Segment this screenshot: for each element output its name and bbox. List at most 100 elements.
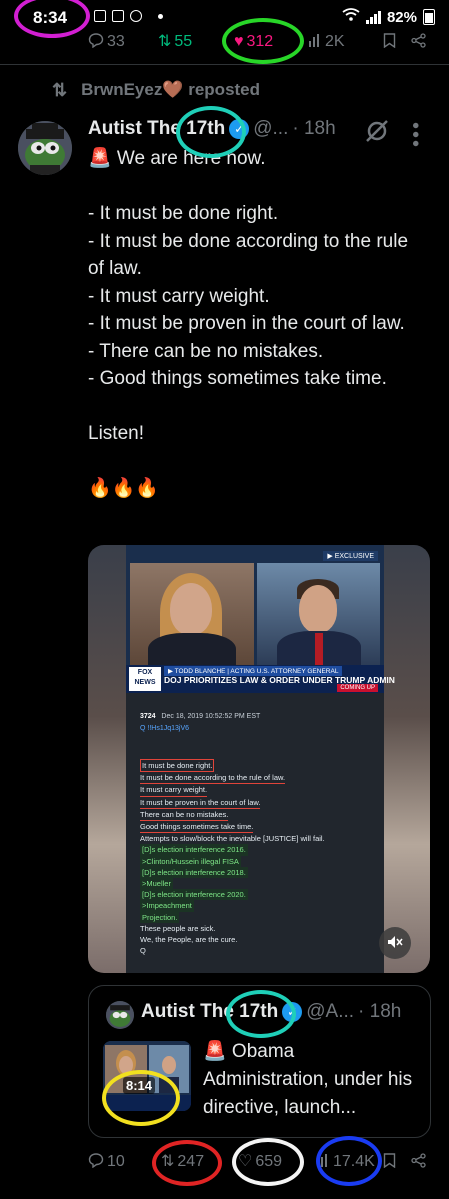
tweet-video[interactable]: ▶ EXCLUSIVE FOX NEWS ▶ TODD BLANCHE | AC… — [88, 545, 430, 973]
q-line: >Mueller — [140, 878, 173, 890]
bookmark-icon — [383, 1152, 396, 1172]
status-time: 8:34 — [33, 8, 68, 27]
q-line: We, the People, are the cure. — [140, 935, 238, 945]
bookmark-button[interactable] — [383, 32, 396, 52]
repost-count: 247 — [177, 1153, 205, 1170]
like-button[interactable]: ♥ 312 — [234, 33, 273, 51]
reply-button[interactable]: 33 — [88, 32, 125, 52]
q-line: Q — [140, 946, 146, 956]
q-post-number: 3724 — [140, 713, 156, 720]
quote-author-handle: @A... — [306, 1001, 355, 1022]
speaker-muted-icon — [387, 935, 403, 952]
app-icon — [130, 10, 142, 22]
q-post-lines: It must be done right. It must be done a… — [140, 759, 380, 956]
exclusive-label: ▶ EXCLUSIVE — [323, 551, 378, 561]
q-line: [D]s election interference 2016. — [140, 844, 248, 856]
mute-button[interactable] — [379, 927, 411, 959]
tweet-time[interactable]: · 18h — [292, 118, 335, 140]
image-icon — [112, 10, 124, 22]
repost-icon: ⇅ — [158, 33, 172, 50]
signal-icon — [365, 10, 381, 24]
q-line: It must carry weight. — [140, 784, 208, 797]
reply-icon — [88, 32, 104, 52]
q-line: >Clinton/Hussein illegal FISA — [140, 855, 241, 867]
share-icon — [411, 1152, 426, 1172]
views-icon — [316, 1153, 330, 1171]
quote-header: Autist The 17th ✓ @A... · 18h — [141, 1001, 401, 1023]
battery-icon — [423, 9, 435, 25]
like-count: 312 — [246, 33, 274, 50]
quote-video-duration: 8:14 — [123, 1077, 156, 1094]
like-count: 659 — [255, 1153, 283, 1170]
divider — [0, 64, 449, 65]
top-action-bar: 33 ⇅ 55 ♥ 312 2K — [0, 27, 449, 57]
video-frame: ▶ EXCLUSIVE FOX NEWS ▶ TODD BLANCHE | AC… — [126, 545, 395, 973]
q-line: There can be no mistakes. — [140, 809, 229, 822]
views-count: 2K — [325, 33, 345, 50]
status-right: 82% — [342, 8, 435, 26]
reply-icon — [88, 1152, 104, 1172]
notification-icon — [94, 10, 106, 22]
verified-badge-icon: ✓ — [282, 1002, 303, 1022]
q-post-date: Dec 18, 2019 10:52:52 PM EST — [161, 713, 261, 720]
reply-button[interactable]: 10 — [88, 1152, 125, 1172]
views-button[interactable]: 2K — [308, 33, 345, 51]
quote-time: · 18h — [358, 1001, 402, 1022]
q-line: It must be done right. — [140, 759, 215, 773]
repost-count: 55 — [174, 33, 193, 50]
quote-thumbnail: 8:14 — [103, 1041, 191, 1111]
repost-button[interactable]: ⇅ 247 — [161, 1153, 204, 1171]
q-line: It must be done according to the rule of… — [140, 772, 286, 785]
verified-badge-icon: ✓ — [229, 119, 250, 139]
q-line: It must be proven in the court of law. — [140, 797, 261, 809]
avatar[interactable] — [18, 121, 72, 175]
q-line: Projection. — [140, 911, 180, 923]
repost-button[interactable]: ⇅ 55 — [158, 33, 192, 51]
repost-icon: ⇅ — [52, 80, 68, 100]
quote-author-name: Autist The 17th — [141, 1001, 279, 1022]
reposted-by[interactable]: ⇅ BrwnEyez🤎 reposted — [52, 80, 260, 100]
bottom-action-bar: 10 ⇅ 247 ♡ 659 17.4K — [0, 1147, 449, 1177]
repost-icon: ⇅ — [161, 1153, 175, 1170]
wifi-icon — [342, 8, 360, 26]
share-icon — [411, 32, 426, 52]
tweet-body-text: 🚨 We are here now. - It must be done rig… — [88, 148, 409, 499]
q-line: [D]s election interference 2018. — [140, 866, 248, 879]
reply-count: 10 — [107, 1153, 125, 1170]
q-post-header: 3724 Dec 18, 2019 10:52:52 PM EST — [140, 713, 260, 720]
tv-screenshot: ▶ EXCLUSIVE FOX NEWS ▶ TODD BLANCHE | AC… — [126, 545, 395, 693]
coming-up-label: COMING UP — [337, 684, 378, 692]
views-icon — [308, 33, 322, 51]
notification-icons — [94, 10, 163, 22]
q-line: [D]s election interference 2020. — [140, 889, 248, 901]
status-bar: 8:34 82% — [0, 0, 449, 30]
bookmark-icon — [383, 32, 396, 52]
quote-avatar — [106, 1001, 134, 1029]
views-button[interactable]: 17.4K — [316, 1153, 375, 1171]
share-button[interactable] — [411, 1152, 426, 1172]
heart-icon: ♥ — [234, 33, 244, 50]
dot-icon — [158, 14, 163, 19]
fox-news-logo: FOX NEWS — [129, 667, 161, 691]
q-line: Good things sometimes take time. — [140, 821, 254, 834]
tweet-header: Autist The 17th ✓ @... · 18h — [88, 118, 336, 140]
author-name[interactable]: Autist The 17th — [88, 118, 225, 140]
heart-icon: ♡ — [238, 1153, 253, 1170]
battery-percent: 82% — [386, 8, 417, 26]
bookmark-button[interactable] — [383, 1152, 396, 1172]
q-line: >Impeachment — [140, 900, 194, 912]
q-post-id: Q !!Hs1Jq13jV6 — [140, 725, 190, 732]
reply-count: 33 — [107, 33, 125, 50]
quoted-tweet[interactable]: Autist The 17th ✓ @A... · 18h 8:14 🚨 Oba… — [88, 985, 431, 1138]
q-line: These people are sick. — [140, 923, 216, 933]
grok-icon[interactable] — [364, 118, 390, 144]
anchor-image — [130, 563, 254, 673]
tweet-text: 🚨 We are here now. - It must be done rig… — [88, 145, 428, 503]
author-handle[interactable]: @... — [253, 118, 288, 140]
reposted-by-text: BrwnEyez🤎 reposted — [81, 80, 261, 99]
share-button[interactable] — [411, 32, 426, 52]
quote-text: 🚨 Obama Administration, under his direct… — [203, 1041, 413, 1118]
views-count: 17.4K — [333, 1153, 375, 1170]
guest-image — [257, 563, 380, 671]
like-button[interactable]: ♡ 659 — [238, 1153, 282, 1171]
